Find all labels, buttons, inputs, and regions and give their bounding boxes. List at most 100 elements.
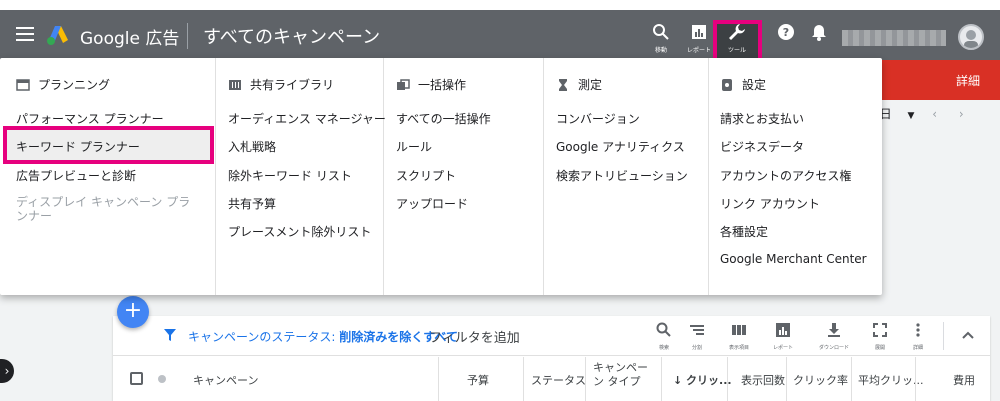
- date-range[interactable]: 7日 ▼ ‹ ›: [872, 105, 964, 122]
- filter-icon: [164, 329, 176, 341]
- report-label: レポート: [686, 47, 711, 54]
- menu-item-preferences[interactable]: 各種設定: [720, 223, 768, 240]
- menu-heading-planning-label: プランニング: [38, 78, 111, 92]
- toolbar-more-label: 詳細: [912, 345, 923, 351]
- header-impressions[interactable]: 表示回数: [741, 372, 785, 388]
- top-band: [0, 0, 1000, 10]
- menu-heading-measurement: 測定: [556, 76, 602, 93]
- account-info-blurred: [842, 30, 946, 46]
- column-divider: [851, 357, 852, 401]
- menu-item-billing[interactable]: 請求とお支払い: [720, 110, 804, 127]
- notifications-button[interactable]: [801, 20, 837, 56]
- menu-col-shared-library: 共有ライブラリ オーディエンス マネージャー 入札戦略 除外キーワード リスト …: [216, 58, 386, 295]
- calendar-icon: [16, 79, 30, 91]
- status-filter-prefix: キャンペーンのステータス:: [188, 330, 340, 344]
- app-bar: Google 広告 すべてのキャンペーン 移動 レポート ツール ?: [0, 10, 1000, 68]
- menu-item-uploads[interactable]: アップロード: [396, 195, 468, 212]
- toolbar-more-button[interactable]: 詳細: [897, 320, 939, 354]
- add-fab-button[interactable]: +: [117, 296, 149, 328]
- menu-col-planning: プランニング パフォーマンス プランナー キーワード プランナー 広告プレビュー…: [0, 58, 216, 295]
- menu-heading-setup: 設定: [720, 76, 766, 93]
- title-divider: [187, 23, 188, 49]
- download-icon: [828, 323, 840, 337]
- menu-item-merchant-center[interactable]: Google Merchant Center: [720, 252, 867, 266]
- add-filter-button[interactable]: フィルタを追加: [429, 327, 520, 346]
- toolbar-expand-label: 展開: [874, 345, 885, 351]
- bell-icon: [812, 25, 826, 41]
- toolbar-expand-button[interactable]: 展開: [859, 320, 901, 354]
- menu-item-google-analytics[interactable]: Google アナリティクス: [556, 138, 685, 155]
- svg-text:?: ?: [783, 26, 789, 39]
- chevron-up-icon[interactable]: [961, 328, 975, 342]
- header-campaign[interactable]: キャンペーン: [193, 372, 258, 388]
- goto-label: 移動: [654, 47, 667, 54]
- header-budget[interactable]: 予算: [467, 372, 489, 388]
- goto-button[interactable]: 移動: [643, 20, 679, 56]
- menu-heading-shared-library-label: 共有ライブラリ: [250, 78, 335, 92]
- menu-item-search-attribution[interactable]: 検索アトリビューション: [556, 167, 688, 184]
- search-icon: [656, 322, 671, 337]
- menu-heading-planning: プランニング: [16, 76, 110, 93]
- status-filter[interactable]: キャンペーンのステータス: 削除済みを除くすべて: [188, 328, 458, 345]
- menu-item-scripts[interactable]: スクリプト: [396, 167, 456, 184]
- menu-item-business-data[interactable]: ビジネスデータ: [720, 138, 804, 155]
- menu-item-shared-budgets[interactable]: 共有予算: [228, 195, 276, 212]
- menu-col-measurement: 測定 コンバージョン Google アナリティクス 検索アトリビューション: [544, 58, 709, 295]
- wrench-icon: [729, 24, 745, 40]
- library-icon: [229, 80, 241, 90]
- tools-dropdown-menu: プランニング パフォーマンス プランナー キーワード プランナー 広告プレビュー…: [0, 58, 882, 295]
- menu-item-performance-planner[interactable]: パフォーマンス プランナー: [16, 110, 164, 127]
- header-cost[interactable]: 費用: [953, 372, 975, 388]
- column-divider: [585, 357, 586, 401]
- menu-item-conversions[interactable]: コンバージョン: [556, 110, 640, 127]
- help-button[interactable]: ?: [768, 20, 804, 56]
- menu-item-ad-preview[interactable]: 広告プレビューと診断: [16, 167, 136, 184]
- menu-item-bid-strategies[interactable]: 入札戦略: [228, 138, 276, 155]
- menu-item-placement-exclusions[interactable]: プレースメント除外リスト: [228, 223, 371, 240]
- copy-icon: [397, 79, 410, 90]
- menu-item-linked-accounts[interactable]: リンク アカウント: [720, 195, 820, 212]
- help-icon: ?: [778, 24, 794, 40]
- next-icon[interactable]: ›: [959, 107, 964, 121]
- menu-heading-shared-library: 共有ライブラリ: [228, 76, 334, 93]
- more-icon: [916, 323, 920, 337]
- hamburger-menu-icon[interactable]: [16, 27, 34, 41]
- menu-item-negative-keyword-lists[interactable]: 除外キーワード リスト: [228, 167, 352, 184]
- column-divider: [727, 357, 728, 401]
- menu-heading-setup-label: 設定: [742, 78, 767, 92]
- toolbar-report-button[interactable]: レポート: [762, 320, 804, 354]
- header-campaign-type[interactable]: キャンペーン タイプ: [593, 361, 653, 389]
- menu-item-all-bulk-actions[interactable]: すべての一括操作: [396, 110, 491, 127]
- column-divider: [661, 357, 662, 401]
- filter-row: キャンペーンのステータス: 削除済みを除くすべて フィルタを追加 検索 分割 表…: [113, 316, 990, 356]
- menu-heading-bulk-actions-label: 一括操作: [418, 78, 467, 92]
- menu-item-audience-manager[interactable]: オーディエンス マネージャー: [228, 110, 386, 127]
- avatar[interactable]: [958, 24, 984, 50]
- menu-item-account-access[interactable]: アカウントのアクセス権: [720, 167, 851, 184]
- report-button[interactable]: レポート: [681, 20, 717, 56]
- toolbar-segment-label: 分割: [691, 345, 702, 351]
- prev-icon[interactable]: ‹: [932, 107, 937, 121]
- column-divider: [786, 357, 787, 401]
- header-ctr[interactable]: クリック率: [793, 372, 848, 388]
- toolbar-columns-label: 表示項目: [728, 345, 749, 351]
- toolbar-columns-button[interactable]: 表示項目: [718, 320, 760, 354]
- header-status[interactable]: ステータス: [531, 372, 586, 388]
- campaign-table-card: キャンペーンのステータス: 削除済みを除くすべて フィルタを追加 検索 分割 表…: [113, 316, 990, 401]
- column-divider: [523, 357, 524, 401]
- toolbar-download-button[interactable]: ダウンロード: [813, 320, 855, 354]
- header-clicks[interactable]: ↓ クリッ...: [673, 372, 732, 388]
- details-link[interactable]: 詳細: [956, 72, 980, 89]
- header-avg-cpc[interactable]: 平均クリッ...: [858, 372, 924, 388]
- tools-button[interactable]: ツール: [719, 20, 755, 56]
- menu-item-rules[interactable]: ルール: [396, 138, 432, 155]
- report-icon: [692, 25, 706, 39]
- select-all-checkbox[interactable]: [130, 372, 143, 385]
- menu-col-setup: 設定 請求とお支払い ビジネスデータ アカウントのアクセス権 リンク アカウント…: [709, 58, 882, 295]
- dropdown-arrow-icon: ▼: [907, 111, 915, 121]
- avatar-image-icon: [964, 30, 978, 48]
- page-title: すべてのキャンペーン: [203, 27, 381, 48]
- settings-icon: [722, 79, 732, 91]
- columns-icon: [732, 325, 746, 335]
- toolbar-segment-button[interactable]: 分割: [676, 320, 718, 354]
